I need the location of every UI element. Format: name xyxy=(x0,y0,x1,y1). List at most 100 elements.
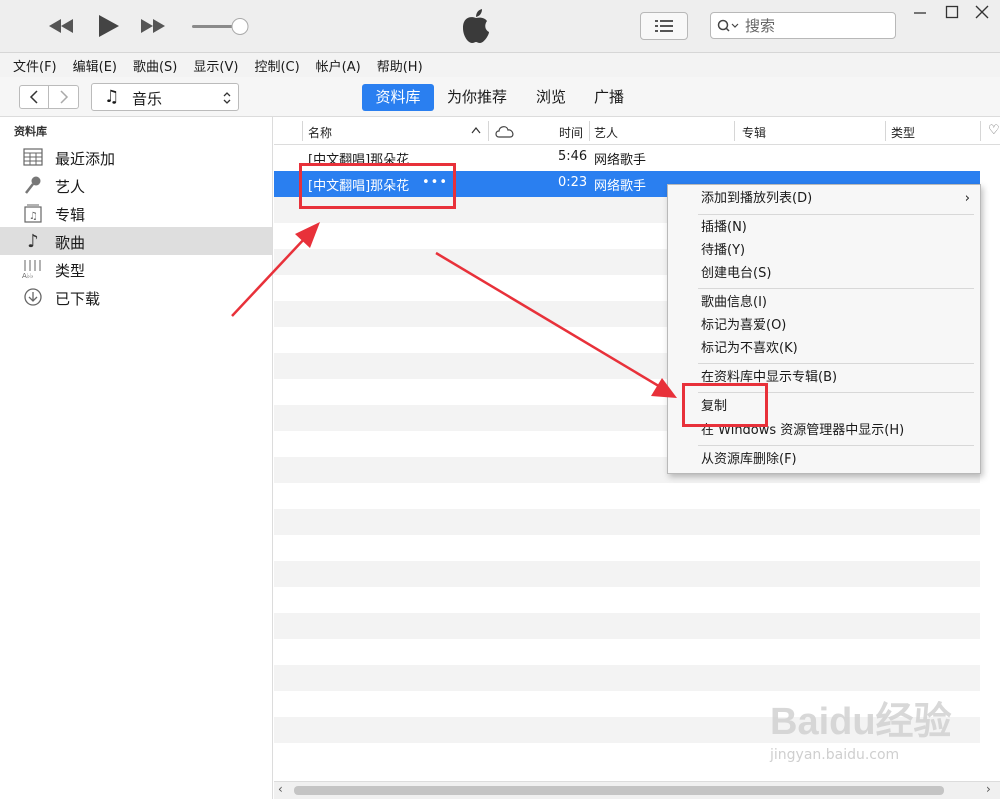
column-divider xyxy=(734,121,735,141)
song-artist: 网络歌手 xyxy=(594,153,647,168)
scroll-left-icon[interactable]: ‹ xyxy=(278,782,283,796)
watermark-url: jingyan.baidu.com xyxy=(770,747,900,763)
menu-edit[interactable]: 编辑(E) xyxy=(73,56,117,75)
menu-view[interactable]: 显示(V) xyxy=(193,56,238,75)
sidebar-item-genres[interactable]: A♭♭ 类型 xyxy=(0,255,272,283)
column-divider xyxy=(589,121,590,141)
song-artist: 网络歌手 xyxy=(594,179,647,194)
sidebar-item-downloaded[interactable]: 已下载 xyxy=(0,283,272,311)
fast-forward-button[interactable] xyxy=(136,12,170,40)
scrollbar-thumb[interactable] xyxy=(294,786,944,795)
sidebar-item-label: 歌曲 xyxy=(55,234,86,252)
menu-account[interactable]: 帐户(A) xyxy=(316,56,361,75)
svg-text:♫: ♫ xyxy=(29,211,38,222)
column-divider xyxy=(488,121,489,141)
menu-item-label: 添加到播放列表(D) xyxy=(701,191,813,206)
empty-row xyxy=(274,483,980,509)
media-kind-label: 音乐 xyxy=(132,90,163,108)
maximize-button[interactable] xyxy=(940,2,964,22)
sidebar-item-artists[interactable]: 艺人 xyxy=(0,171,272,199)
song-time: 5:46 xyxy=(558,149,588,164)
watermark: Baidu经验 jingyan.baidu.com xyxy=(770,690,952,763)
search-field[interactable]: 搜索 xyxy=(710,12,896,39)
context-menu: 添加到播放列表(D) › 插播(N) 待播(Y) 创建电台(S) 歌曲信息(I) … xyxy=(667,184,981,474)
menu-help[interactable]: 帮助(H) xyxy=(377,56,423,75)
empty-row xyxy=(274,535,980,561)
close-button[interactable] xyxy=(970,2,994,22)
column-divider xyxy=(885,121,886,141)
menu-item-song-info[interactable]: 歌曲信息(I) xyxy=(668,292,980,314)
menu-bar: 文件(F) 编辑(E) 歌曲(S) 显示(V) 控制(C) 帐户(A) 帮助(H… xyxy=(0,53,1000,77)
minimize-icon xyxy=(914,12,926,14)
menu-item-dislike[interactable]: 标记为不喜欢(K) xyxy=(668,338,980,360)
empty-row xyxy=(274,587,980,613)
updown-chevron-icon xyxy=(223,92,231,104)
list-icon xyxy=(655,20,673,32)
tab-radio[interactable]: 广播 xyxy=(594,84,624,111)
svg-text:A♭♭: A♭♭ xyxy=(22,272,33,279)
apple-icon xyxy=(463,9,489,43)
menu-song[interactable]: 歌曲(S) xyxy=(133,56,177,75)
media-kind-select[interactable]: ♫ 音乐 xyxy=(91,83,239,111)
empty-row xyxy=(274,509,980,535)
menu-item-create-station[interactable]: 创建电台(S) xyxy=(668,263,980,285)
sidebar-item-label: 最近添加 xyxy=(55,150,116,168)
sidebar-item-label: 类型 xyxy=(55,262,86,280)
close-icon xyxy=(975,5,989,19)
minimize-button[interactable] xyxy=(908,2,932,22)
tab-browse[interactable]: 浏览 xyxy=(536,84,566,111)
highlight-box-copy xyxy=(682,383,768,427)
search-icon xyxy=(717,19,739,32)
menu-item-play-next[interactable]: 插播(N) xyxy=(668,217,980,239)
empty-row xyxy=(274,639,980,665)
chevron-right-icon xyxy=(59,90,68,104)
submenu-arrow-icon: › xyxy=(964,191,970,206)
menu-item-play-later[interactable]: 待播(Y) xyxy=(668,240,980,262)
column-album[interactable]: 专辑 xyxy=(742,124,766,141)
forward-button[interactable] xyxy=(49,86,78,108)
scroll-right-icon[interactable]: › xyxy=(986,782,991,796)
menu-separator xyxy=(698,214,974,215)
back-button[interactable] xyxy=(20,86,50,108)
tab-for-you[interactable]: 为你推荐 xyxy=(447,84,507,111)
music-note-icon: ♫ xyxy=(104,87,120,107)
horizontal-scrollbar[interactable]: ‹ › xyxy=(274,781,1000,799)
sidebar-item-label: 艺人 xyxy=(55,178,86,196)
apple-logo xyxy=(458,8,494,44)
album-icon: ♫ xyxy=(22,203,44,223)
watermark-brand: Baidu经验 xyxy=(770,701,952,743)
menu-item-love[interactable]: 标记为喜爱(O) xyxy=(668,315,980,337)
volume-slider[interactable] xyxy=(190,12,250,40)
column-divider xyxy=(302,121,303,141)
menu-separator xyxy=(698,445,974,446)
nav-bar: ♫ 音乐 资料库 为你推荐 浏览 广播 xyxy=(0,77,1000,117)
column-name[interactable]: 名称 xyxy=(308,124,332,141)
menu-controls[interactable]: 控制(C) xyxy=(254,56,299,75)
sidebar-item-recently-added[interactable]: 最近添加 xyxy=(0,143,272,171)
sidebar-item-songs[interactable]: ♪ 歌曲 xyxy=(0,227,272,255)
tab-library[interactable]: 资料库 xyxy=(362,84,434,111)
up-next-button[interactable] xyxy=(640,12,688,40)
sidebar-item-label: 已下载 xyxy=(55,290,101,308)
chevron-left-icon xyxy=(29,90,38,104)
fast-forward-icon xyxy=(141,19,165,33)
empty-row xyxy=(274,665,980,691)
menu-item-delete[interactable]: 从资源库删除(F) xyxy=(668,449,980,471)
column-time[interactable]: 时间 xyxy=(559,124,583,141)
play-icon xyxy=(99,15,119,37)
heart-icon[interactable]: ♡ xyxy=(988,123,1000,138)
play-button[interactable] xyxy=(92,12,124,40)
cloud-icon[interactable] xyxy=(494,124,516,138)
empty-row xyxy=(274,613,980,639)
sidebar-item-label: 专辑 xyxy=(55,206,86,224)
rewind-button[interactable] xyxy=(44,12,78,40)
microphone-icon xyxy=(22,175,44,195)
sidebar-item-albums[interactable]: ♫ 专辑 xyxy=(0,199,272,227)
menu-item-add-to-playlist[interactable]: 添加到播放列表(D) › xyxy=(668,188,980,210)
column-genre[interactable]: 类型 xyxy=(891,124,915,141)
menu-file[interactable]: 文件(F) xyxy=(13,56,57,75)
menu-separator xyxy=(698,363,974,364)
empty-row xyxy=(274,561,980,587)
column-artist[interactable]: 艺人 xyxy=(594,124,618,141)
sort-ascending-icon xyxy=(471,127,481,134)
